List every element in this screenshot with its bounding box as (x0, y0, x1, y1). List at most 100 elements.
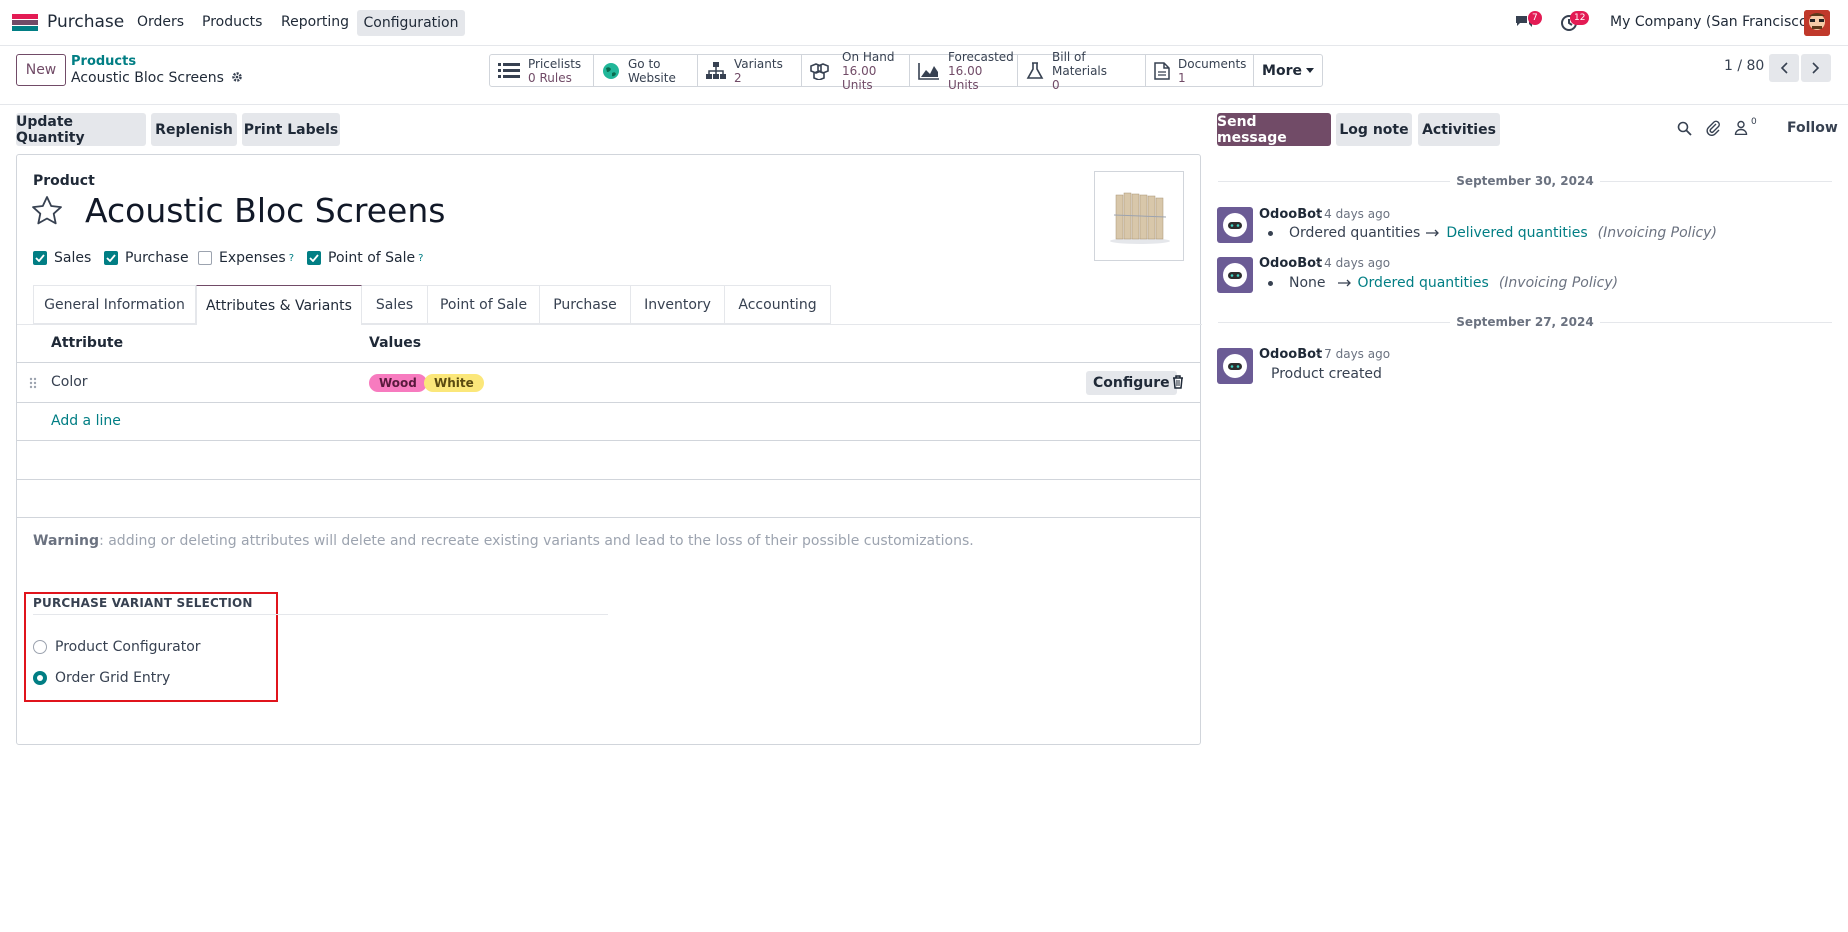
on-hand-title: On Hand (842, 49, 895, 64)
search-icon[interactable] (1677, 121, 1692, 136)
forecasted-title: Forecasted (948, 49, 1014, 64)
pos-checkbox[interactable] (307, 251, 321, 265)
product-label: Product (33, 173, 95, 189)
arrow-right-icon (1337, 279, 1352, 287)
menu-products[interactable]: Products (202, 14, 262, 30)
menu-configuration[interactable]: Configuration (357, 10, 465, 36)
expenses-checkbox-wrap[interactable]: Expenses ? (198, 250, 294, 266)
forecasted-button[interactable]: Forecasted 16.00 Units (910, 50, 1018, 92)
variants-button[interactable]: Variants 2 (698, 55, 802, 86)
new-button[interactable]: New (16, 54, 66, 86)
user-avatar[interactable] (1804, 10, 1830, 36)
tab-general-information[interactable]: General Information (33, 285, 196, 324)
gear-icon[interactable] (231, 71, 243, 83)
tab-attributes-variants[interactable]: Attributes & Variants (196, 285, 362, 325)
row-attribute-color[interactable]: Color (51, 374, 88, 390)
on-hand-button[interactable]: On Hand 16.00 Units (802, 50, 910, 92)
table-row[interactable]: Color Wood White Configure (17, 363, 1200, 403)
purchase-checkbox[interactable] (104, 251, 118, 265)
warning-label: Warning (33, 533, 100, 549)
sales-checkbox-wrap[interactable]: Sales (33, 250, 91, 266)
radio-product-configurator-label: Product Configurator (55, 639, 201, 655)
tab-point-of-sale[interactable]: Point of Sale (428, 285, 540, 324)
update-quantity-button[interactable]: Update Quantity (16, 113, 146, 146)
pager-value[interactable]: 1 / 80 (1724, 58, 1764, 74)
followers-icon[interactable] (1734, 120, 1748, 135)
value-tag-wood[interactable]: Wood (369, 374, 427, 392)
radio-product-configurator[interactable]: Product Configurator (33, 639, 201, 655)
globe-icon (602, 62, 620, 80)
pager-next-button[interactable] (1801, 54, 1831, 82)
menu-reporting[interactable]: Reporting (281, 14, 349, 30)
radio-button-selected[interactable] (33, 671, 47, 685)
message-time: - 7 days ago (1316, 347, 1391, 361)
tracking-new-value: Ordered quantities (1357, 275, 1489, 291)
trash-icon[interactable] (1172, 375, 1184, 389)
pos-checkbox-wrap[interactable]: Point of Sale ? (307, 250, 423, 266)
date-separator: September 30, 2024 (1218, 174, 1832, 188)
more-button[interactable]: More (1254, 55, 1322, 86)
tab-inventory[interactable]: Inventory (631, 285, 725, 324)
top-navbar: Purchase Orders Products Reporting Confi… (0, 0, 1848, 46)
expenses-help-icon[interactable]: ? (289, 253, 294, 264)
sales-checkbox[interactable] (33, 251, 47, 265)
paperclip-icon[interactable] (1706, 120, 1720, 136)
radio-order-grid-entry-label: Order Grid Entry (55, 670, 171, 686)
product-name-field[interactable]: Acoustic Bloc Screens (85, 191, 445, 230)
tracking-old-value: None (1289, 275, 1326, 291)
pos-help-icon[interactable]: ? (418, 253, 423, 264)
website-title: Go to (628, 56, 661, 71)
chevron-right-icon (1812, 62, 1820, 74)
bom-title: Bill of Materials (1052, 49, 1108, 78)
follow-button[interactable]: Follow (1787, 120, 1838, 136)
bill-of-materials-button[interactable]: Bill of Materials 0 (1018, 50, 1146, 92)
tab-accounting[interactable]: Accounting (725, 285, 831, 324)
drag-handle-icon[interactable] (29, 377, 37, 389)
odoobot-avatar[interactable] (1217, 348, 1253, 384)
print-labels-button[interactable]: Print Labels (242, 113, 340, 146)
tab-sales[interactable]: Sales (362, 285, 428, 324)
odoobot-avatar[interactable] (1217, 257, 1253, 293)
tracking-change: Ordered quantities Delivered quantities … (1268, 225, 1717, 241)
send-message-button[interactable]: Send message (1217, 113, 1331, 146)
company-switcher[interactable]: My Company (San Francisco) (1610, 14, 1813, 30)
pager-previous-button[interactable] (1769, 54, 1799, 82)
date-separator: September 27, 2024 (1218, 315, 1832, 329)
bullet (1268, 280, 1273, 286)
message-author[interactable]: OdooBot (1259, 347, 1322, 362)
variants-value: 2 (734, 70, 742, 85)
product-image[interactable] (1094, 171, 1184, 261)
message-author[interactable]: OdooBot (1259, 207, 1322, 222)
app-name[interactable]: Purchase (47, 12, 124, 32)
purchase-checkbox-wrap[interactable]: Purchase (104, 250, 189, 266)
menu-orders[interactable]: Orders (137, 14, 184, 30)
area-chart-icon (918, 62, 940, 80)
caret-down-icon (1305, 68, 1314, 73)
radio-order-grid-entry[interactable]: Order Grid Entry (33, 670, 170, 686)
message-author[interactable]: OdooBot (1259, 256, 1322, 271)
activities-button[interactable]: Activities (1418, 113, 1500, 146)
messages-badge: 7 (1528, 11, 1542, 25)
app-menu-icon[interactable] (12, 14, 38, 31)
arrow-right-icon (1426, 229, 1440, 237)
configure-button[interactable]: Configure (1086, 371, 1177, 395)
header-attribute[interactable]: Attribute (51, 335, 123, 351)
pricelists-value: 0 Rules (528, 70, 572, 85)
radio-button-empty[interactable] (33, 640, 47, 654)
pricelists-button[interactable]: Pricelists 0 Rules (490, 55, 594, 86)
replenish-button[interactable]: Replenish (151, 113, 237, 146)
bom-value: 0 (1052, 77, 1060, 92)
header-values[interactable]: Values (369, 335, 421, 351)
favorite-star-icon[interactable] (31, 195, 63, 226)
variants-title: Variants (734, 56, 783, 71)
log-note-button[interactable]: Log note (1336, 113, 1412, 146)
breadcrumb-products[interactable]: Products (71, 54, 136, 69)
odoobot-avatar[interactable] (1217, 207, 1253, 243)
go-to-website-button[interactable]: Go to Website (594, 55, 698, 86)
value-tag-white[interactable]: White (424, 374, 484, 392)
documents-button[interactable]: Documents 1 (1146, 55, 1254, 86)
tracking-new-value: Delivered quantities (1446, 225, 1588, 241)
add-a-line-link[interactable]: Add a line (51, 413, 121, 429)
expenses-checkbox[interactable] (198, 251, 212, 265)
tab-purchase[interactable]: Purchase (540, 285, 631, 324)
